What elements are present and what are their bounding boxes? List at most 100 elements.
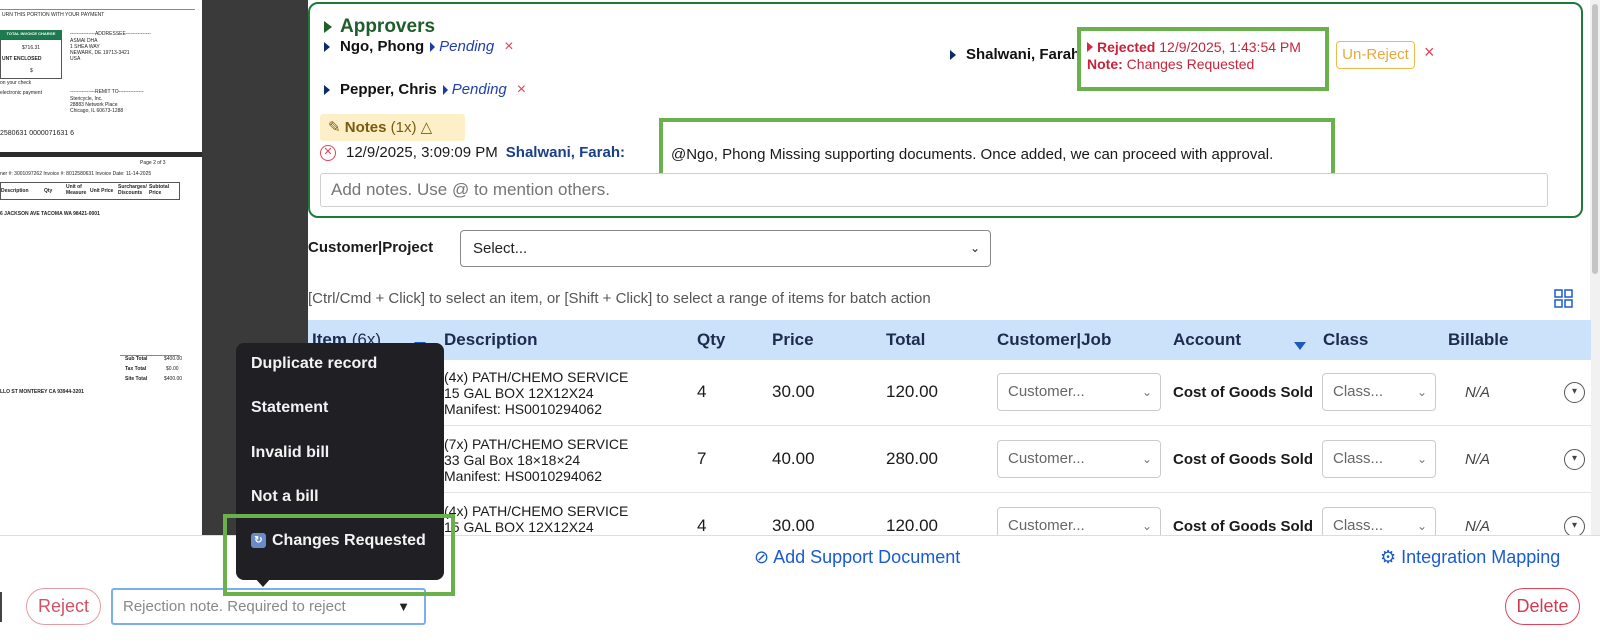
- row-description: (4x) PATH/CHEMO SERVICE 15 GAL BOX 12X12X…: [444, 369, 628, 417]
- row-billable: N/A: [1465, 384, 1491, 401]
- amount-enclosed-label: UNT ENCLOSED: [2, 56, 42, 62]
- class-select[interactable]: Class... ⌄: [1322, 507, 1436, 535]
- collapse-icon: △: [420, 119, 433, 136]
- remit-label: ---------------REMIT TO---------------: [70, 89, 144, 95]
- electronic-payment-note: electronic payment: [0, 90, 42, 96]
- col-billable[interactable]: Billable: [1448, 330, 1508, 350]
- row-account[interactable]: Cost of Goods Sold: [1173, 451, 1313, 468]
- unreject-button[interactable]: Un-Reject: [1336, 41, 1415, 69]
- page-number: Page 2 of 3: [140, 160, 166, 166]
- notes-toggle[interactable]: ✎ Notes (1x) △: [320, 114, 465, 141]
- col-qty[interactable]: Qty: [697, 330, 725, 350]
- row-account[interactable]: Cost of Goods Sold: [1173, 518, 1313, 535]
- menu-item-not-a-bill[interactable]: Not a bill: [251, 488, 319, 506]
- row-price[interactable]: 30.00: [772, 382, 815, 402]
- approver-row[interactable]: Ngo, Phong Pending ×: [324, 38, 514, 56]
- class-select[interactable]: Class... ⌄: [1322, 440, 1436, 478]
- invoice-preview[interactable]: URN THIS PORTION WITH YOUR PAYMENT TOTAL…: [0, 0, 202, 535]
- menu-item-duplicate-record[interactable]: Duplicate record: [251, 355, 377, 373]
- table-row[interactable]: (4x) PATH/CHEMO SERVICE 15 GAL BOX 12X12X…: [308, 494, 1591, 535]
- subtotal-label: Sub Total: [125, 356, 148, 362]
- addressee-line: USA: [70, 56, 81, 62]
- scrollbar[interactable]: [1590, 0, 1600, 535]
- remove-approver-icon[interactable]: ×: [504, 38, 513, 55]
- edge-divider: [0, 592, 2, 622]
- invoice-page-1: URN THIS PORTION WITH YOUR PAYMENT TOTAL…: [0, 0, 202, 152]
- row-options-icon[interactable]: ▾: [1564, 382, 1585, 403]
- menu-item-statement[interactable]: Statement: [251, 399, 328, 417]
- rejected-date: 12/9/2025, 1:43:54 PM: [1159, 39, 1301, 55]
- status-arrow-icon: [442, 85, 448, 96]
- integration-mapping-link[interactable]: ⚙ Integration Mapping: [1380, 547, 1560, 568]
- tax-label: Tax Total: [125, 366, 147, 372]
- tax-value: $0.00: [166, 366, 179, 372]
- subtotal-value: $400.00: [164, 356, 183, 362]
- customer-value: Customer...: [1008, 383, 1085, 400]
- col-qty: Qty: [44, 188, 53, 194]
- row-total: 120.00: [886, 382, 938, 401]
- notes-label: Notes: [344, 119, 387, 136]
- row-price[interactable]: 30.00: [772, 516, 815, 535]
- col-description[interactable]: Description: [444, 330, 538, 350]
- site-address: 6 JACKSON AVE TACOMA WA 98421-0001: [0, 211, 100, 217]
- customer-project-select[interactable]: Select... ⌄: [460, 230, 991, 267]
- menu-item-invalid-bill[interactable]: Invalid bill: [251, 444, 329, 462]
- row-qty[interactable]: 7: [697, 449, 706, 469]
- rejection-note: Changes Requested: [1126, 56, 1255, 72]
- desc-line: 15 GAL BOX 12X12X24: [444, 385, 594, 401]
- class-value: Class...: [1333, 517, 1384, 534]
- customer-select[interactable]: Customer... ⌄: [997, 507, 1161, 535]
- class-value: Class...: [1333, 383, 1384, 400]
- col-class[interactable]: Class: [1323, 330, 1368, 350]
- customer-select[interactable]: Customer... ⌄: [997, 440, 1161, 478]
- approver-status: Pending: [451, 81, 507, 98]
- sort-icon[interactable]: [1294, 335, 1306, 355]
- grid-view-icon[interactable]: [1554, 289, 1574, 309]
- desc-line: (7x) PATH/CHEMO SERVICE: [444, 436, 629, 452]
- col-customer-job[interactable]: Customer|Job: [997, 330, 1111, 350]
- rejection-status-highlight: Rejected 12/9/2025, 1:43:54 PM Note: Cha…: [1077, 27, 1329, 91]
- table-row[interactable]: (4x) PATH/CHEMO SERVICE 15 GAL BOX 12X12X…: [308, 360, 1591, 426]
- delete-note-icon[interactable]: ✕: [320, 145, 336, 162]
- amount-symbol: $: [30, 68, 33, 74]
- class-select[interactable]: Class... ⌄: [1322, 373, 1436, 411]
- row-account[interactable]: Cost of Goods Sold: [1173, 384, 1313, 401]
- class-value: Class...: [1333, 450, 1384, 467]
- addressee-label: ---------------ADDRESSEE---------------: [70, 31, 151, 37]
- table-row[interactable]: (7x) PATH/CHEMO SERVICE 33 Gal Box 18×18×…: [308, 427, 1591, 493]
- row-options-icon[interactable]: ▾: [1564, 516, 1585, 535]
- row-qty[interactable]: 4: [697, 382, 706, 402]
- total-charge-label: TOTAL INVOICE CHARGE: [0, 30, 62, 39]
- notes-input[interactable]: [320, 173, 1548, 207]
- approver-row[interactable]: Pepper, Chris Pending ×: [324, 81, 526, 99]
- col-account[interactable]: Account: [1173, 330, 1241, 350]
- col-total[interactable]: Total: [886, 330, 925, 350]
- row-options-icon[interactable]: ▾: [1564, 449, 1585, 470]
- row-price[interactable]: 40.00: [772, 449, 815, 469]
- customer-project-value: Select...: [473, 240, 528, 257]
- chevron-down-icon: ⌄: [1141, 519, 1152, 533]
- approvers-title[interactable]: Approvers: [324, 16, 435, 38]
- col-price[interactable]: Price: [772, 330, 814, 350]
- remove-rejection-icon[interactable]: ×: [1424, 42, 1435, 63]
- edit-note-icon: ✎: [328, 119, 341, 136]
- row-qty[interactable]: 4: [697, 516, 706, 535]
- row-description: (7x) PATH/CHEMO SERVICE 33 Gal Box 18×18×…: [444, 436, 628, 484]
- site-address-2: LLO ST MONTEREY CA 93944-3201: [0, 389, 84, 395]
- divider: [0, 9, 195, 10]
- note-text: @Ngo, Phong Missing supporting documents…: [671, 146, 1274, 163]
- add-support-document-link[interactable]: ⊘ Add Support Document: [754, 547, 960, 568]
- status-arrow-icon: [430, 42, 436, 53]
- scrollbar-thumb[interactable]: [1592, 4, 1598, 274]
- reject-button[interactable]: Reject: [26, 588, 101, 625]
- customer-select[interactable]: Customer... ⌄: [997, 373, 1161, 411]
- approver-row-rejected[interactable]: Shalwani, Farah: [950, 46, 1080, 63]
- chevron-down-icon: ⌄: [1416, 385, 1427, 399]
- table-header: Item (6x) Description Qty Price Total Cu…: [308, 320, 1591, 360]
- delete-button[interactable]: Delete: [1505, 588, 1580, 625]
- customer-value: Customer...: [1008, 517, 1085, 534]
- rejected-arrow-icon: [1087, 42, 1093, 52]
- invoice-page-2: Page 2 of 3 ner #: 3001097262 Invoice #:…: [0, 157, 202, 535]
- chevron-down-icon: ⌄: [1416, 519, 1427, 533]
- remove-approver-icon[interactable]: ×: [517, 81, 526, 98]
